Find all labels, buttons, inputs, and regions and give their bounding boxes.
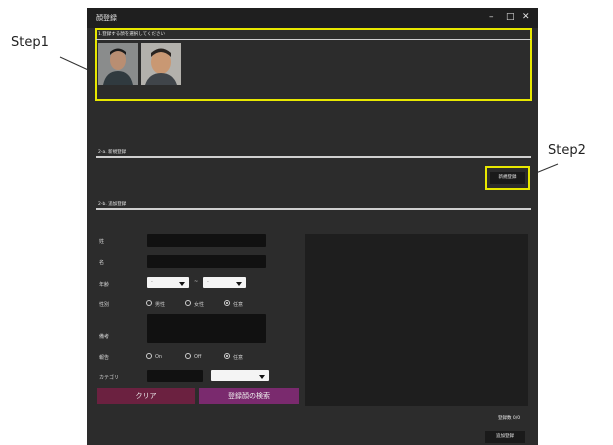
alert-option-on: On [155,354,163,360]
age-from-value: - [151,279,153,285]
gender-label: 性別 [99,302,110,308]
gender-radio-male[interactable] [146,300,152,306]
face-registration-window: 顔登録 – □ ✕ 1.登録する顔を選択してください 2-a. 新規登録 新規登… [87,8,538,445]
age-range-separator: ~ [194,279,199,285]
last-name-label: 姓 [99,239,105,245]
alert-label: 報告 [99,355,110,361]
chevron-down-icon [179,282,185,286]
step1-annotation: Step1 [11,35,49,50]
chevron-down-icon [236,282,242,286]
gender-radio-female[interactable] [185,300,191,306]
chevron-down-icon [259,375,265,379]
window-title: 顔登録 [96,14,117,22]
clear-button[interactable]: クリア [97,388,195,404]
section2b-label: 2-b. 追加登録 [98,202,127,207]
step2-annotation: Step2 [548,143,586,158]
category-label: カテゴリ [99,375,120,381]
gender-option-male: 男性 [155,302,166,308]
maximize-icon[interactable]: □ [506,12,515,22]
face-2-image [141,43,181,85]
age-label: 年齢 [99,282,110,288]
section2b-divider [96,208,531,210]
category-select[interactable] [211,370,269,381]
first-name-input[interactable] [147,255,266,268]
title-bar: 顔登録 – □ ✕ [87,8,538,28]
face-thumbnail-1[interactable] [98,43,138,85]
alert-option-off: Off [194,354,202,360]
face-1-image [98,43,138,85]
gender-option-female: 女性 [194,302,205,308]
minimize-icon[interactable]: – [489,12,494,22]
section1-divider [96,39,531,40]
age-from-select[interactable]: - [147,277,189,288]
note-label: 備考 [99,334,110,340]
add-registration-button[interactable]: 追加登録 [485,431,525,443]
alert-radio-off[interactable] [185,353,191,359]
preview-panel [305,234,528,406]
first-name-label: 名 [99,260,105,266]
section2a-label: 2-a. 新規登録 [98,150,127,155]
category-input[interactable] [147,370,203,382]
alert-radio-any[interactable] [224,353,230,359]
new-registration-button[interactable]: 新規登録 [490,172,525,184]
note-textarea[interactable] [147,314,266,343]
section1-label: 1.登録する顔を選択してください [98,32,166,37]
age-to-select[interactable]: - [203,277,246,288]
age-to-value: - [207,279,209,285]
gender-option-any: 任意 [233,302,244,308]
last-name-input[interactable] [147,234,266,247]
section2a-divider [96,156,531,158]
search-registered-faces-button[interactable]: 登録顔の検索 [199,388,299,404]
alert-option-any: 任意 [233,355,244,361]
gender-radio-any[interactable] [224,300,230,306]
alert-radio-on[interactable] [146,353,152,359]
registered-count: 登録数 0/0 [498,416,521,421]
face-thumbnail-2[interactable] [141,43,181,85]
close-icon[interactable]: ✕ [522,12,530,22]
